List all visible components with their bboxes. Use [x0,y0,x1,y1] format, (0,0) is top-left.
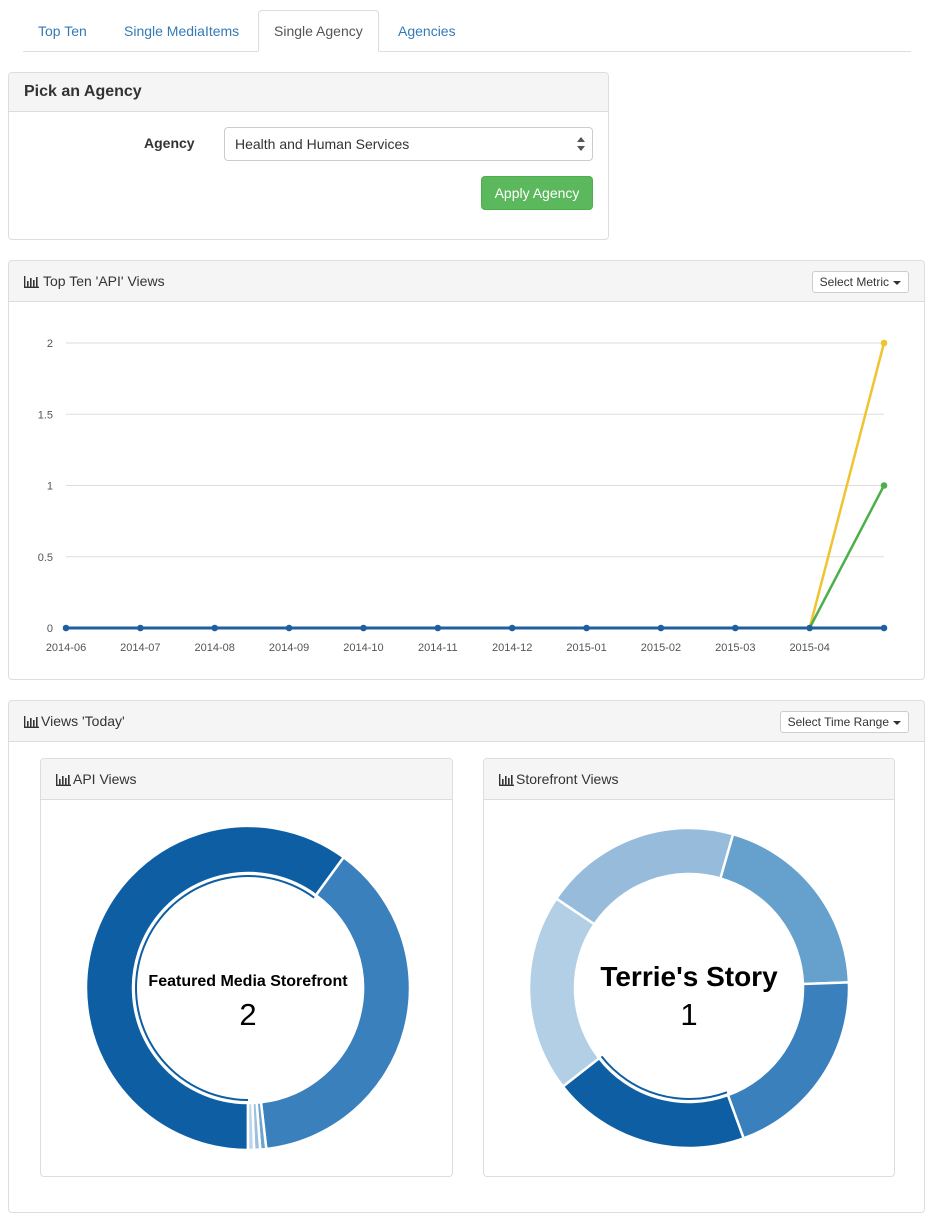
x-tick-label: 2015-01 [566,642,606,654]
select-metric-label: Select Metric [819,275,889,289]
x-tick-label: 2014-06 [46,642,86,654]
x-tick-label: 2014-07 [120,642,160,654]
x-tick-label: 2015-03 [715,642,755,654]
series-point [137,624,144,632]
panel-title: Views 'Today' [24,713,125,729]
panel-title: Top Ten 'API' Views [24,273,165,289]
tab-single-agency[interactable]: Single Agency [258,10,379,52]
bar-chart-icon [24,276,39,289]
select-metric-button[interactable]: Select Metric [811,271,909,293]
pick-agency-panel: Pick an Agency Agency Health and Human S… [8,72,609,240]
series-point [62,624,70,632]
inner-title: Storefront Views [499,771,618,787]
series-point [880,624,888,632]
storefront-views-panel: Storefront Views Terrie's Story 1 [483,758,895,1177]
y-tick-label: 1 [47,481,53,493]
series-point [583,624,590,632]
line-chart: 0 0.5 1 1.5 2 2014-06 2014-07 2014-08 2014-09 201… [38,338,888,654]
agency-label: Agency [144,135,195,151]
x-tick-label: 2015-04 [789,642,829,654]
panel-title-text: Top Ten 'API' Views [43,273,165,289]
pie-slice [554,826,735,926]
select-time-range-button[interactable]: Select Time Range [779,711,909,733]
x-tick-label: 2014-08 [195,642,235,654]
donut-center-value: 1 [680,997,697,1032]
nav-tabs: Top Ten Single MediaItems Single Agency … [23,10,911,52]
panel-title: Pick an Agency [24,83,142,100]
pie-slice [527,896,601,1089]
caret-down-icon [893,720,901,725]
series-point [880,339,888,347]
y-tick-label: 0 [47,623,53,635]
caret-down-icon [893,280,901,285]
x-tick-label: 2014-09 [269,642,309,654]
series-point [880,482,888,489]
donut-center-value: 2 [239,997,256,1032]
inner-title-text: Storefront Views [516,771,619,787]
y-tick-label: 0.5 [38,552,53,564]
tab-top-ten[interactable]: Top Ten [23,10,102,52]
series-point [806,624,813,632]
inner-title-text: API Views [73,771,137,787]
donut-center-label: Featured Media Storefront [148,973,348,990]
inner-heading: Storefront Views [484,759,894,800]
storefront-views-donut: Terrie's Story 1 [527,826,851,1150]
panel-heading: Pick an Agency [9,73,608,112]
series-point [508,624,516,632]
x-tick-label: 2015-02 [641,642,681,654]
pie-slice [561,1056,746,1150]
tab-single-mediaitems[interactable]: Single MediaItems [109,10,254,52]
inner-title: API Views [56,771,137,787]
series-point [285,624,293,632]
series-point [211,624,219,632]
select-time-range-label: Select Time Range [787,715,889,729]
series-point [434,624,442,632]
api-views-donut: Featured Media Storefront 2 [84,824,412,1152]
api-views-panel: API Views Featured Media Storefront 2 [40,758,453,1177]
panel-heading: Top Ten 'API' Views Select Metric [9,261,924,302]
series-point [360,624,367,632]
y-tick-label: 2 [47,338,53,350]
agency-select-value: Health and Human Services [235,136,410,152]
select-arrows-icon [577,137,585,151]
series-point [657,624,665,632]
pie-slice [246,1101,256,1152]
agency-select[interactable]: Health and Human Services [224,127,593,161]
bar-chart-icon [56,774,71,787]
x-tick-label: 2014-11 [418,642,458,654]
pie-slice [726,981,851,1140]
pie-slice [259,855,412,1151]
inner-heading: API Views [41,759,452,800]
panel-title-text: Views 'Today' [41,713,125,729]
y-tick-label: 1.5 [38,409,53,421]
bar-chart-icon [499,774,514,787]
views-today-panel: Views 'Today' Select Time Range API View… [8,700,925,1213]
x-tick-label: 2014-10 [343,642,383,654]
apply-agency-button[interactable]: Apply Agency [481,176,593,210]
x-tick-label: 2014-12 [492,642,532,654]
bar-chart-icon [24,716,39,729]
top-ten-api-views-panel: Top Ten 'API' Views Select Metric 0 0.5 1 1… [8,260,925,680]
panel-heading: Views 'Today' Select Time Range [9,701,924,742]
tab-agencies[interactable]: Agencies [383,10,471,52]
donut-center-label: Terrie's Story [600,961,778,992]
series-point [731,624,739,632]
